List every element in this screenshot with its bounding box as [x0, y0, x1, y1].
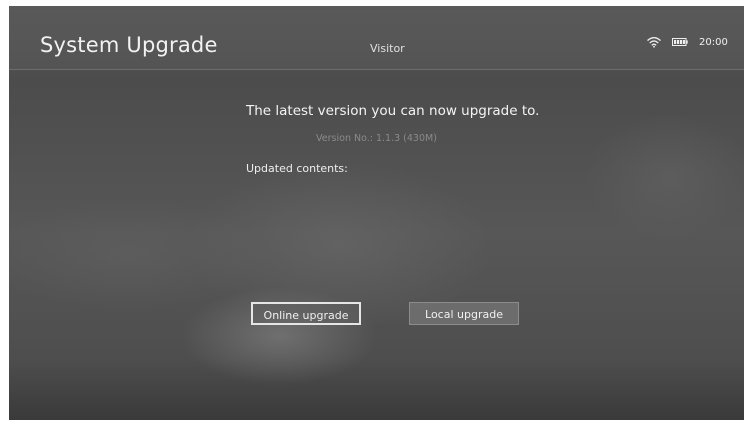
local-upgrade-button[interactable]: Local upgrade: [409, 302, 519, 325]
upgrade-headline: The latest version you can now upgrade t…: [246, 103, 540, 119]
upgrade-screen: System Upgrade Visitor 20:00 The latest …: [9, 6, 744, 420]
user-label: Visitor: [370, 42, 405, 55]
updated-contents-label: Updated contents:: [246, 162, 348, 175]
version-number: Version No.: 1.1.3 (430M): [316, 133, 437, 144]
clock: 20:00: [699, 37, 728, 48]
online-upgrade-button[interactable]: Online upgrade: [251, 302, 361, 325]
page-title: System Upgrade: [40, 33, 218, 57]
wifi-icon: [647, 37, 661, 48]
status-bar: System Upgrade Visitor 20:00: [9, 6, 744, 70]
battery-icon: [672, 38, 688, 46]
